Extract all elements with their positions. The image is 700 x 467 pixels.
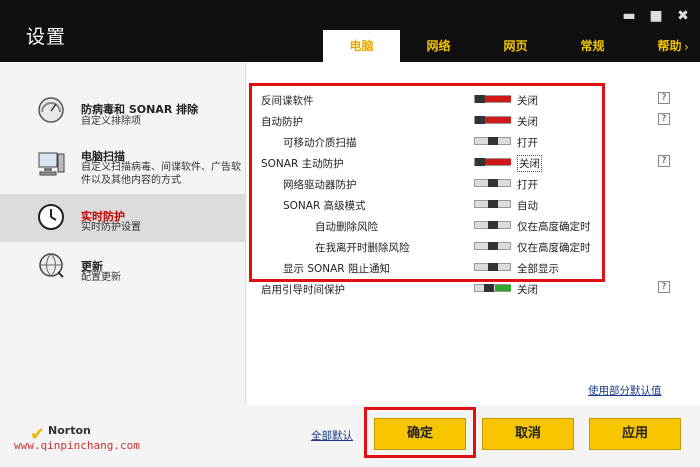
apply-button[interactable]: 应用 — [589, 418, 681, 450]
sidebar-item-sublabel: 配置更新 — [81, 272, 121, 283]
setting-row: SONAR 高级模式 自动 — [247, 194, 700, 215]
setting-row: 网络驱动器防护 打开 — [247, 173, 700, 194]
toggle-switch[interactable] — [474, 95, 511, 103]
help-icon[interactable]: ? — [658, 92, 670, 104]
setting-label: SONAR 高级模式 — [283, 200, 366, 212]
settings-panel: 反间谍软件 关闭 ? 自动防护 关闭 ? 可移动介质扫描 打开 SONAR 主动… — [247, 62, 700, 405]
setting-label: 自动防护 — [261, 116, 303, 128]
close-icon[interactable]: ✖ — [674, 8, 692, 24]
tab-scroll-right-icon[interactable]: › — [684, 40, 689, 54]
globe-refresh-icon — [39, 253, 64, 278]
all-defaults-link[interactable]: 全部默认 — [311, 428, 353, 443]
setting-status: 关闭 — [517, 284, 538, 296]
maximize-icon[interactable]: ■ — [647, 8, 665, 24]
setting-label: 启用引导时间保护 — [261, 284, 345, 296]
help-icon[interactable]: ? — [658, 155, 670, 167]
setting-label: 可移动介质扫描 — [283, 137, 357, 149]
tab-general[interactable]: 常规 — [554, 30, 631, 62]
setting-status: 关闭 — [517, 95, 538, 107]
sidebar-item-update[interactable]: 更新 配置更新 — [0, 244, 246, 288]
setting-label: 反间谍软件 — [261, 95, 314, 107]
setting-row: SONAR 主动防护 关闭 ? — [247, 152, 700, 173]
main-tabs: 电脑 网络 网页 常规 帮助 — [323, 30, 700, 62]
setting-row: 显示 SONAR 阻止通知 全部显示 — [247, 257, 700, 278]
window-title: 设置 — [26, 26, 67, 48]
tab-computer[interactable]: 电脑 — [323, 30, 400, 62]
setting-status: 打开 — [517, 179, 538, 191]
toggle-switch[interactable] — [474, 221, 511, 229]
computer-icon — [38, 152, 65, 176]
help-icon[interactable]: ? — [658, 113, 670, 125]
setting-label: 自动删除风险 — [315, 221, 378, 233]
setting-row: 自动删除风险 仅在高度确定时 — [247, 215, 700, 236]
toggle-switch[interactable] — [474, 116, 511, 124]
setting-row: 自动防护 关闭 ? — [247, 110, 700, 131]
norton-logo: Norton — [48, 424, 91, 437]
minimize-icon[interactable]: ▬ — [620, 8, 638, 24]
gauge-icon — [38, 97, 64, 123]
setting-label: 在我离开时删除风险 — [315, 242, 410, 254]
watermark-text: www.qinpinchang.com — [14, 439, 140, 452]
setting-row: 在我离开时删除风险 仅在高度确定时 — [247, 236, 700, 257]
button-highlight-box — [364, 407, 476, 458]
sidebar-item-realtime[interactable]: 实时防护 实时防护设置 — [0, 194, 246, 242]
tab-help[interactable]: 帮助 — [631, 30, 700, 62]
sidebar: 防病毒和 SONAR 排除 自定义排除项 电脑扫描 自定义扫描病毒、间谍软件、广… — [0, 62, 246, 405]
setting-label: SONAR 主动防护 — [261, 158, 344, 170]
toggle-switch[interactable] — [474, 263, 511, 271]
setting-status: 仅在高度确定时 — [517, 242, 591, 254]
setting-status: 全部显示 — [517, 263, 559, 275]
toggle-switch[interactable] — [474, 200, 511, 208]
tab-network[interactable]: 网络 — [400, 30, 477, 62]
toggle-switch[interactable] — [474, 242, 511, 250]
setting-row: 反间谍软件 关闭 ? — [247, 89, 700, 110]
setting-status: 打开 — [517, 137, 538, 149]
use-defaults-link[interactable]: 使用部分默认值 — [588, 383, 662, 398]
setting-status: 仅在高度确定时 — [517, 221, 591, 233]
toggle-switch[interactable] — [474, 179, 511, 187]
clock-icon — [38, 204, 64, 230]
toggle-switch[interactable] — [474, 137, 511, 145]
toggle-switch[interactable] — [474, 284, 511, 292]
title-bar: 设置 ▬ ■ ✖ 电脑 网络 网页 常规 帮助 › — [0, 0, 700, 62]
sidebar-item-scan[interactable]: 电脑扫描 自定义扫描病毒、间谍软件、广告软件以及其他内容的方式 — [0, 144, 246, 192]
tab-web[interactable]: 网页 — [477, 30, 554, 62]
setting-label: 网络驱动器防护 — [283, 179, 357, 191]
setting-row: 启用引导时间保护 关闭 ? — [247, 278, 700, 299]
setting-status: 关闭 — [517, 155, 542, 172]
setting-status: 自动 — [517, 200, 538, 212]
cancel-button[interactable]: 取消 — [482, 418, 574, 450]
sidebar-item-sublabel: 自定义扫描病毒、间谍软件、广告软件以及其他内容的方式 — [81, 162, 241, 186]
setting-row: 可移动介质扫描 打开 — [247, 131, 700, 152]
sidebar-item-sublabel: 自定义排除项 — [81, 116, 141, 127]
toggle-switch[interactable] — [474, 158, 511, 166]
sidebar-item-sublabel: 实时防护设置 — [81, 222, 141, 233]
setting-label: 显示 SONAR 阻止通知 — [283, 263, 390, 275]
sidebar-item-exclusions[interactable]: 防病毒和 SONAR 排除 自定义排除项 — [0, 86, 246, 144]
help-icon[interactable]: ? — [658, 281, 670, 293]
setting-status: 关闭 — [517, 116, 538, 128]
